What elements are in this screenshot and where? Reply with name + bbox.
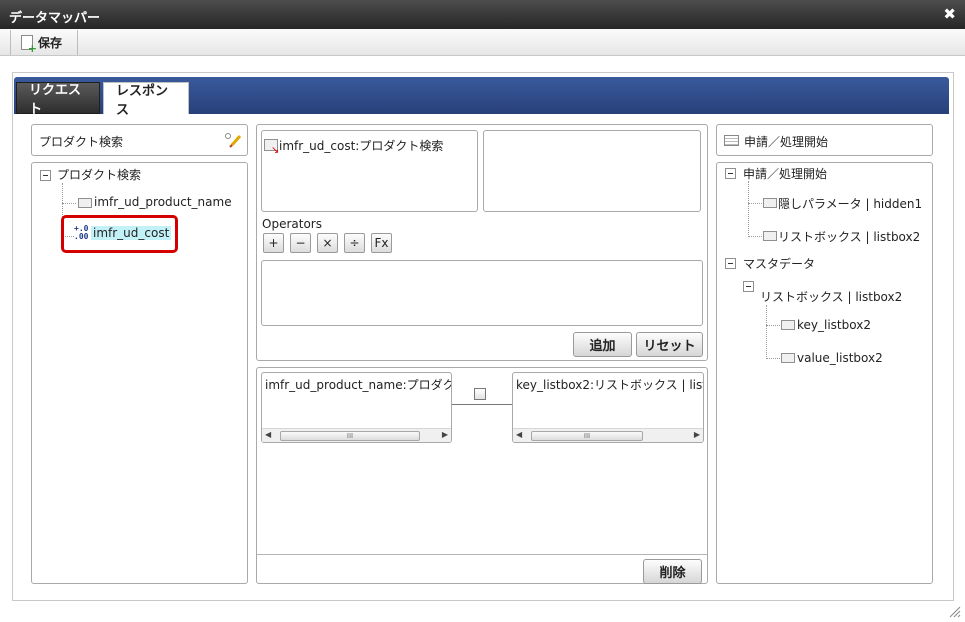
tree-connector bbox=[748, 203, 762, 204]
mapping-connector-line bbox=[452, 404, 512, 405]
tree-item-master-listbox2[interactable]: リストボックス | listbox2 bbox=[760, 288, 902, 305]
collapse-icon[interactable] bbox=[40, 170, 51, 181]
expression-source-box[interactable]: ↘ imfr_ud_cost:プロダクト検索 bbox=[261, 130, 478, 212]
scroll-thumb[interactable]: III bbox=[531, 431, 643, 441]
scroll-left-icon[interactable]: ◀ bbox=[265, 430, 271, 439]
target-tree-panel: 申請／処理開始 隠しパラメータ | hidden1 リストボックス | list… bbox=[716, 162, 933, 584]
field-icon bbox=[781, 320, 795, 330]
target-header-title: 申請／処理開始 bbox=[744, 135, 829, 149]
new-file-icon bbox=[21, 35, 37, 54]
tree-root-label[interactable]: プロダクト検索 bbox=[57, 166, 141, 183]
horizontal-scrollbar[interactable]: ◀ III ▶ bbox=[513, 428, 703, 442]
field-icon bbox=[763, 231, 777, 241]
tree-item-hidden1[interactable]: 隠しパラメータ | hidden1 bbox=[778, 195, 922, 212]
tree-connector bbox=[766, 305, 767, 359]
tree-connector bbox=[748, 236, 762, 237]
tree-connector bbox=[62, 203, 76, 204]
window-title: データマッパー bbox=[9, 11, 101, 26]
collapse-icon[interactable] bbox=[743, 281, 754, 292]
tree-item-key-listbox2[interactable]: key_listbox2 bbox=[797, 318, 871, 332]
window-titlebar: データマッパー ✖ bbox=[0, 0, 965, 29]
source-search-title: プロダクト検索 bbox=[39, 135, 124, 149]
mapping-list-divider bbox=[257, 554, 707, 555]
function-operator-button[interactable]: Fx bbox=[371, 233, 392, 253]
multiply-operator-button[interactable]: × bbox=[317, 233, 338, 253]
tree-connector bbox=[766, 325, 780, 326]
scroll-right-icon[interactable]: ▶ bbox=[694, 430, 700, 439]
field-icon bbox=[781, 353, 795, 363]
operators-label: Operators bbox=[262, 217, 322, 231]
collapse-icon[interactable] bbox=[725, 168, 736, 179]
scroll-thumb[interactable]: III bbox=[280, 431, 420, 441]
collapse-icon[interactable] bbox=[725, 258, 736, 269]
tree-item-cost[interactable]: imfr_ud_cost bbox=[91, 226, 172, 240]
divide-operator-button[interactable]: ÷ bbox=[344, 233, 365, 253]
expression-source-text: imfr_ud_cost:プロダクト検索 bbox=[279, 139, 444, 153]
expression-editor[interactable] bbox=[261, 260, 703, 326]
mapping-source-text: imfr_ud_product_name:プロダクト検 bbox=[265, 378, 451, 392]
tab-bar: リクエスト レスポンス bbox=[14, 77, 949, 118]
reset-button[interactable]: リセット bbox=[636, 332, 703, 357]
tree-connector bbox=[766, 358, 780, 359]
target-header-panel: 申請／処理開始 bbox=[716, 124, 933, 156]
expression-target-box[interactable] bbox=[483, 130, 701, 212]
mapping-checkbox[interactable] bbox=[474, 388, 486, 400]
numeric-field-icon-text: +.0 .00 bbox=[74, 224, 89, 241]
save-label: 保存 bbox=[38, 36, 63, 50]
tab-response[interactable]: レスポンス bbox=[103, 82, 189, 118]
add-button[interactable]: 追加 bbox=[573, 332, 632, 357]
tree-item-value-listbox2[interactable]: value_listbox2 bbox=[797, 351, 883, 365]
source-search-panel[interactable]: プロダクト検索 bbox=[31, 124, 248, 156]
scroll-left-icon[interactable]: ◀ bbox=[516, 430, 522, 439]
save-button[interactable]: 保存 bbox=[10, 30, 78, 55]
tree-connector bbox=[748, 181, 749, 237]
horizontal-scrollbar[interactable]: ◀ III ▶ bbox=[262, 428, 451, 442]
tree-item-listbox2[interactable]: リストボックス | listbox2 bbox=[778, 228, 920, 245]
mapping-source-box: imfr_ud_product_name:プロダクト検 ◀ III ▶ bbox=[261, 372, 452, 443]
selected-item-highlight[interactable]: +.0 .00 imfr_ud_cost bbox=[61, 215, 178, 253]
resize-grip-icon[interactable] bbox=[949, 606, 961, 618]
tree-item-product-name[interactable]: imfr_ud_product_name bbox=[94, 195, 232, 209]
tree-root-apply[interactable]: 申請／処理開始 bbox=[743, 165, 827, 182]
tab-request[interactable]: リクエスト bbox=[16, 82, 100, 117]
tree-root-master[interactable]: マスタデータ bbox=[743, 255, 815, 272]
scroll-right-icon[interactable]: ▶ bbox=[442, 430, 448, 439]
mapping-target-box: key_listbox2:リストボックス | listbox2 ◀ III ▶ bbox=[512, 372, 704, 443]
toolbar: 保存 bbox=[0, 29, 965, 56]
numeric-field-icon: +.0 .00 bbox=[74, 225, 90, 243]
close-icon[interactable]: ✖ bbox=[943, 5, 956, 23]
edit-pencil-icon[interactable] bbox=[224, 132, 242, 148]
minus-operator-button[interactable]: − bbox=[290, 233, 311, 253]
delete-button[interactable]: 削除 bbox=[643, 559, 702, 584]
field-icon bbox=[763, 198, 777, 208]
mapping-target-text: key_listbox2:リストボックス | listbox2 bbox=[516, 378, 703, 392]
field-icon bbox=[78, 198, 92, 208]
plus-operator-button[interactable]: + bbox=[263, 233, 284, 253]
form-icon bbox=[724, 135, 739, 146]
